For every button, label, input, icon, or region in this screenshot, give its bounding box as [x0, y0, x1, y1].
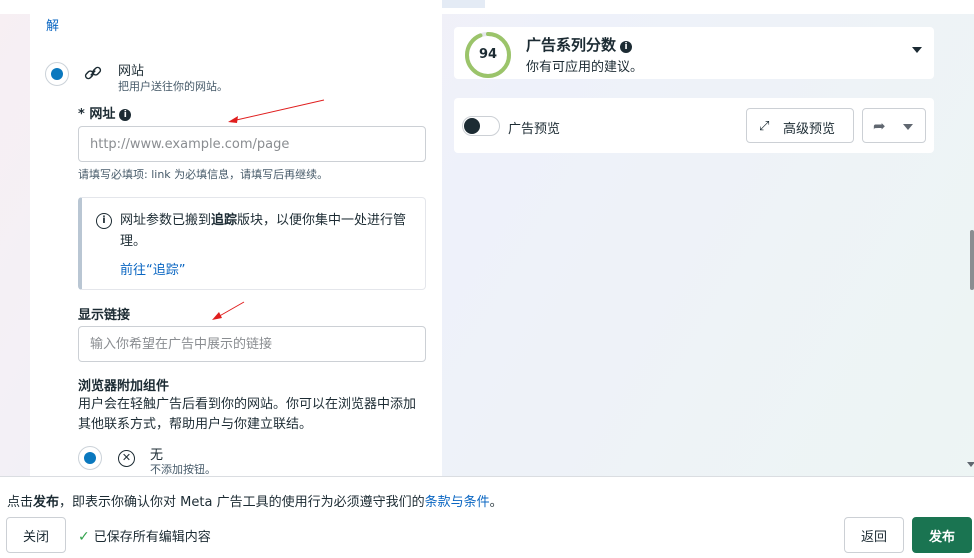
score-title-text: 广告系列分数	[526, 36, 617, 54]
notice-text: 网址参数已搬到追踪版块，以便你集中一处进行管理。	[120, 210, 420, 252]
url-error-message: 请填写必填项: link 为必填信息，请填写后再继续。	[78, 168, 329, 181]
terms-link[interactable]: 条款与条件	[425, 495, 490, 510]
scroll-down-arrow[interactable]	[967, 462, 974, 467]
ad-preview-toggle[interactable]	[462, 116, 500, 136]
website-option-description: 把用户送往你的网站。	[118, 80, 228, 93]
no-addon-radio[interactable]	[78, 446, 102, 470]
learn-more-link[interactable]: 解	[46, 15, 59, 34]
advanced-preview-button[interactable]: ⤢ 高级预览	[746, 108, 854, 143]
terms-middle: ，即表示你确认你对 Meta 广告工具的使用行为必须遵守我们的	[59, 495, 425, 510]
notice-text-bold: 追踪	[211, 213, 238, 228]
chevron-down-icon	[903, 124, 913, 130]
destination-editor-panel: 解 网站 把用户送往你的网站。 * 网址i 请填写必填项: link 为必填信息…	[30, 0, 442, 476]
ad-preview-label: 广告预览	[508, 122, 561, 137]
campaign-score-card[interactable]: 94 广告系列分数 i 你有可应用的建议。	[454, 27, 934, 79]
ad-preview-card: 广告预览 ⤢ 高级预览 ➦	[454, 98, 934, 153]
share-button[interactable]: ➦	[862, 108, 926, 143]
url-input[interactable]	[78, 126, 426, 162]
terms-suffix: 。	[489, 495, 503, 510]
expand-icon: ⤢	[759, 119, 770, 134]
back-button[interactable]: 返回	[844, 517, 904, 553]
close-circle-icon: ✕	[118, 450, 135, 467]
saved-status: ✓ 已保存所有编辑内容	[78, 526, 211, 545]
info-icon[interactable]: i	[620, 41, 633, 53]
terms-notice: 点击发布，即表示你确认你对 Meta 广告工具的使用行为必须遵守我们的条款与条件…	[7, 491, 503, 510]
publish-button[interactable]: 发布	[912, 517, 972, 553]
info-circle-icon: i	[96, 213, 112, 229]
url-label: * 网址 i	[78, 103, 132, 122]
footer-bar: 点击发布，即表示你确认你对 Meta 广告工具的使用行为必须遵守我们的条款与条件…	[0, 476, 974, 558]
share-icon: ➦	[873, 117, 886, 135]
tracking-notice: i 网址参数已搬到追踪版块，以便你集中一处进行管理。 前往“追踪”	[78, 197, 426, 290]
no-addon-description: 不添加按钮。	[150, 463, 216, 476]
scrollbar-thumb[interactable]	[970, 230, 974, 290]
browser-addon-title: 浏览器附加组件	[78, 379, 170, 394]
website-radio[interactable]	[45, 62, 69, 86]
score-title: 广告系列分数 i	[526, 34, 633, 55]
notice-text-before: 网址参数已搬到	[120, 213, 212, 228]
score-value: 94	[478, 47, 498, 62]
display-link-label: 显示链接	[78, 308, 131, 323]
chevron-down-icon[interactable]	[912, 47, 922, 53]
info-icon[interactable]: i	[119, 109, 132, 121]
advanced-preview-label: 高级预览	[783, 122, 836, 137]
website-option-title: 网站	[118, 64, 145, 79]
link-icon	[84, 66, 102, 80]
terms-prefix: 点击	[7, 495, 34, 510]
close-button[interactable]: 关闭	[6, 517, 66, 553]
terms-bold: 发布	[33, 495, 60, 510]
browser-addon-description: 用户会在轻触广告后看到你的网站。你可以在浏览器中添加其他联系方式，帮助用户与你建…	[78, 397, 417, 432]
display-link-input[interactable]	[78, 326, 426, 362]
go-to-tracking-link[interactable]: 前往“追踪”	[120, 259, 185, 278]
score-subtitle: 你有可应用的建议。	[526, 60, 644, 75]
check-icon: ✓	[78, 529, 90, 545]
url-label-text: * 网址	[78, 107, 116, 122]
saved-status-text: 已保存所有编辑内容	[93, 530, 211, 545]
